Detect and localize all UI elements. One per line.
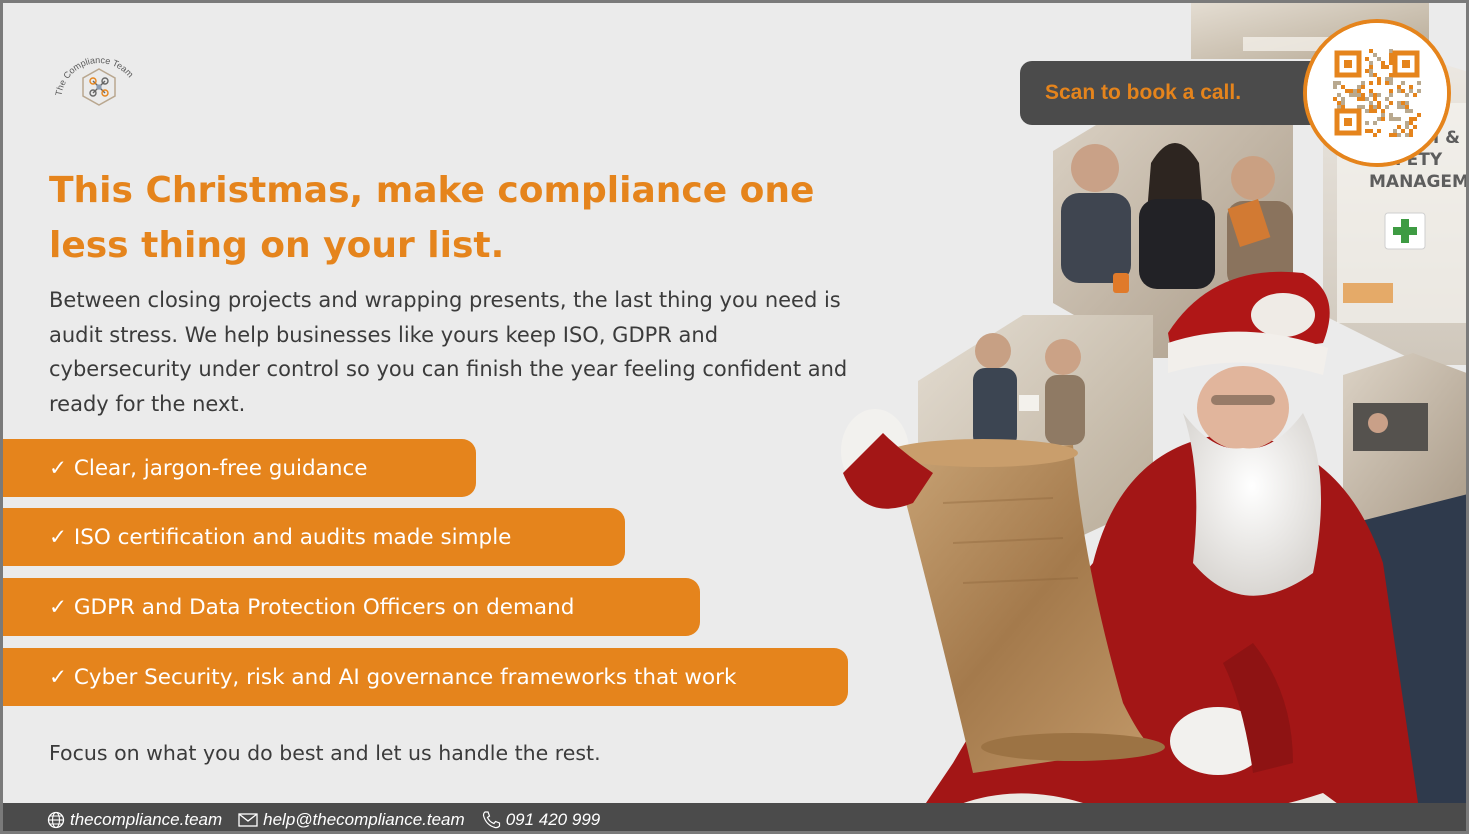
video-call-photo-hexagon (1343, 353, 1466, 523)
contact-footer: thecompliance.team help@thecompliance.te… (3, 803, 1466, 831)
benefit-bullet-cyber: ✓ Cyber Security, risk and AI governance… (3, 648, 848, 706)
safety-sign-line-3: MANAGEM (1369, 172, 1469, 192)
company-logo[interactable]: The Compliance Team (45, 41, 145, 115)
benefit-bullet-gdpr: ✓ GDPR and Data Protection Officers on d… (3, 578, 700, 636)
hexagon-network-icon (82, 68, 116, 106)
tagline: Focus on what you do best and let us han… (49, 741, 601, 765)
benefit-bullet-guidance: ✓ Clear, jargon-free guidance (3, 439, 476, 497)
intro-paragraph: Between closing projects and wrapping pr… (49, 288, 848, 416)
book-call-button[interactable]: Scan to book a call. (1020, 61, 1340, 125)
globe-icon (47, 811, 65, 829)
mail-icon (238, 813, 258, 827)
benefit-bullet-iso: ✓ ISO certification and audits made simp… (3, 508, 625, 566)
promo-banner: The Compliance Team This Christmas, make… (0, 0, 1469, 834)
phone-icon (482, 811, 500, 829)
footer-website-text: thecompliance.team (70, 810, 223, 829)
footer-email[interactable]: help@thecompliance.team (238, 810, 465, 830)
footer-website[interactable]: thecompliance.team (47, 810, 222, 830)
headline: This Christmas, make compliance one less… (49, 170, 815, 266)
qr-code-icon[interactable] (1303, 19, 1451, 167)
footer-phone-text: 091 420 999 (505, 810, 601, 829)
footer-phone[interactable]: 091 420 999 (481, 810, 601, 830)
book-call-label: Scan to book a call. (1045, 81, 1242, 104)
footer-email-text: help@thecompliance.team (263, 810, 465, 829)
